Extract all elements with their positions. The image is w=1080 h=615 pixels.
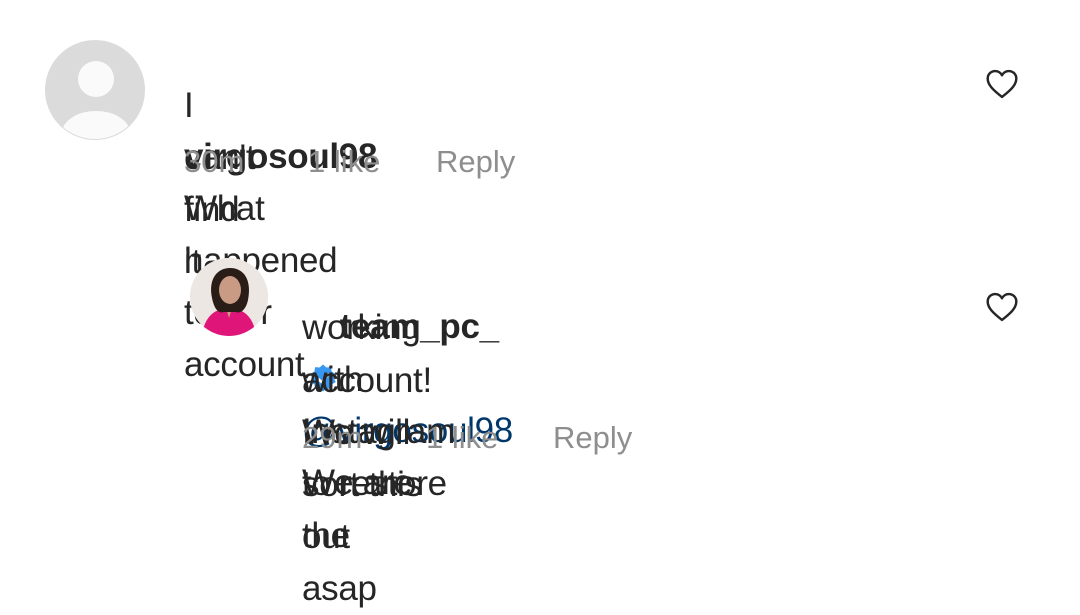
comment-body-line2: I can't find it — [184, 86, 275, 281]
comment-likes[interactable]: 1 like — [426, 420, 498, 456]
heart-outline-icon[interactable] — [985, 292, 1019, 322]
comment-timestamp: 30m — [184, 144, 245, 179]
reply-button[interactable]: Reply — [436, 144, 515, 180]
avatar[interactable] — [190, 258, 268, 336]
reply-button[interactable]: Reply — [553, 420, 632, 456]
heart-outline-icon[interactable] — [985, 69, 1019, 99]
comment-timestamp: 29m — [302, 420, 363, 455]
default-avatar-icon[interactable] — [45, 40, 145, 140]
comment-body-line3: account! We will sort this out asap — [302, 361, 442, 608]
comment-likes[interactable]: 1 like — [308, 144, 380, 180]
